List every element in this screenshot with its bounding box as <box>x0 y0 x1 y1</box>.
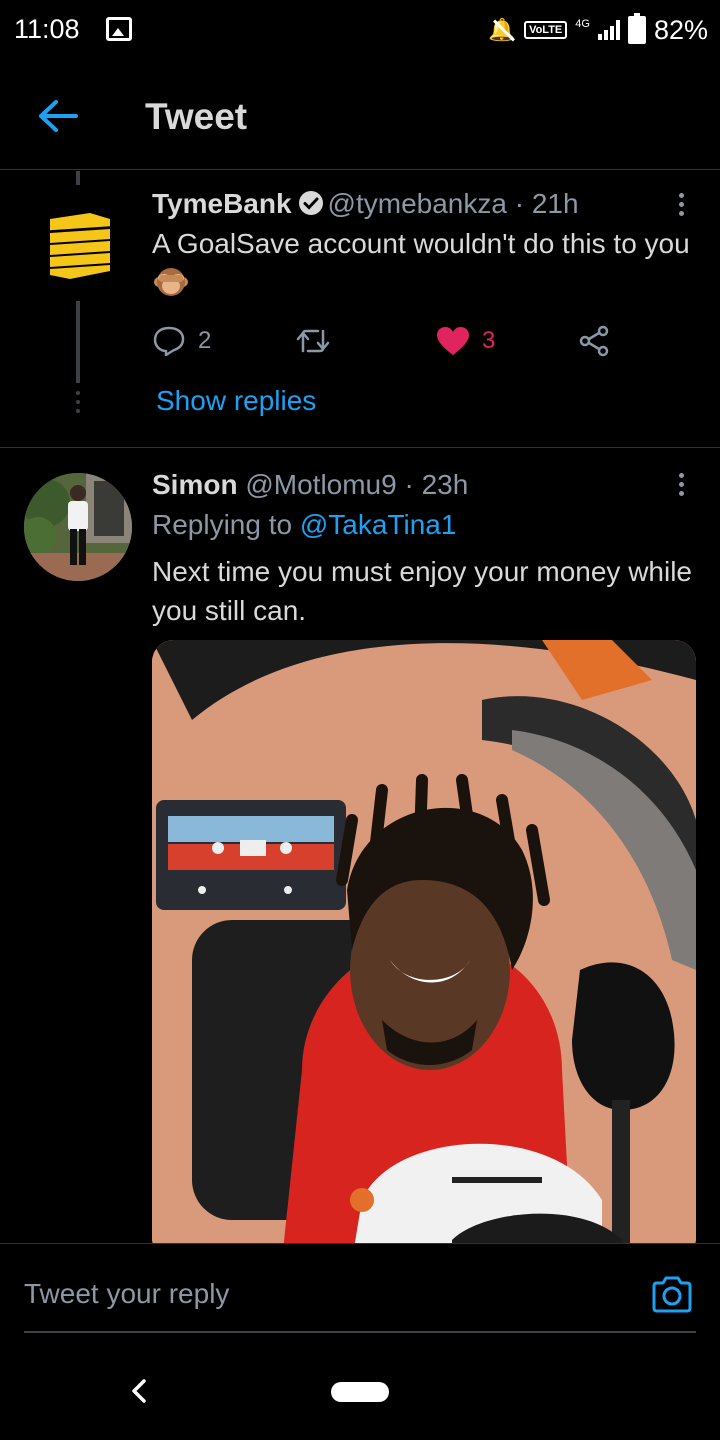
thread-line <box>76 301 80 383</box>
input-underline <box>24 1331 696 1333</box>
simon-avatar[interactable] <box>24 473 132 581</box>
see-no-evil-monkey-emoji-icon <box>154 268 188 296</box>
tweet-text: A GoalSave account wouldn't do this to y… <box>152 228 690 259</box>
volte-badge: VoLTE <box>524 21 568 39</box>
more-options-icon[interactable] <box>679 473 684 496</box>
battery-percent: 82% <box>653 14 708 45</box>
reply-count: 2 <box>198 327 212 354</box>
author-handle[interactable]: @tymebankza <box>328 188 507 219</box>
reply-button[interactable]: 2 <box>152 321 211 361</box>
signal-icon <box>597 20 620 40</box>
author-handle[interactable]: @Motlomu9 <box>245 469 396 500</box>
tweet-author-line: Simon @Motlomu9 · 23h <box>152 469 468 501</box>
top-app-bar: Tweet <box>0 70 720 170</box>
replying-to-mention[interactable]: @TakaTina1 <box>300 509 457 540</box>
system-back-icon[interactable] <box>128 1378 150 1404</box>
page-title: Tweet <box>145 96 248 137</box>
heart-icon <box>437 327 469 355</box>
replying-to-line: Replying to @TakaTina1 <box>152 509 456 541</box>
network-type: 4G <box>575 18 590 30</box>
like-button[interactable]: 3 <box>436 321 495 361</box>
replying-prefix: Replying to <box>152 509 293 540</box>
reply-input[interactable]: Tweet your reply <box>24 1278 229 1310</box>
tweet-time: · 21h <box>514 188 579 219</box>
author-name[interactable]: TymeBank <box>152 188 292 219</box>
battery-icon <box>627 13 646 44</box>
avatar-photo <box>24 473 132 581</box>
back-arrow-icon[interactable] <box>36 96 80 136</box>
reply-icon <box>153 326 185 357</box>
status-bar: 11:08 🔔 VoLTE 4G 82% <box>0 0 720 60</box>
tweet-body: A GoalSave account wouldn't do this to y… <box>152 224 692 302</box>
status-time: 11:08 <box>14 14 80 44</box>
tweet-tymebank[interactable]: TymeBank @tymebankza · 21h A GoalSave acc… <box>0 171 720 448</box>
retweet-button[interactable] <box>294 321 332 361</box>
like-count: 3 <box>482 327 496 354</box>
home-pill-button[interactable] <box>331 1382 389 1402</box>
tweet-simon[interactable]: Simon @Motlomu9 · 23h Replying to @TakaT… <box>0 449 720 1244</box>
tymebank-logo-avatar[interactable] <box>40 209 114 281</box>
tweet-author-line: TymeBank @tymebankza · 21h <box>152 188 579 220</box>
media-photo <box>152 640 696 1244</box>
reply-composer: Tweet your reply <box>0 1243 720 1335</box>
more-options-icon[interactable] <box>679 193 684 216</box>
tweet-text: Next time you must enjoy your money whil… <box>152 556 692 626</box>
status-icons: 🔔 VoLTE 4G 82% <box>488 13 708 46</box>
retweet-icon <box>296 329 330 353</box>
show-replies-link[interactable]: Show replies <box>156 385 316 417</box>
verified-badge-icon <box>298 191 323 215</box>
tweet-time: · 23h <box>404 469 469 500</box>
camera-icon[interactable] <box>650 1274 694 1314</box>
system-navigation-bar <box>0 1340 720 1440</box>
mute-icon: 🔔 <box>488 17 516 42</box>
share-button[interactable] <box>578 321 610 361</box>
share-icon <box>579 325 609 357</box>
gallery-notification-icon <box>106 17 132 41</box>
thread-dots <box>76 391 80 413</box>
tweet-media-image[interactable] <box>152 640 696 1244</box>
thread-line-top <box>76 171 80 185</box>
author-name[interactable]: Simon <box>152 469 238 500</box>
tweet-actions: 2 3 <box>152 321 632 361</box>
